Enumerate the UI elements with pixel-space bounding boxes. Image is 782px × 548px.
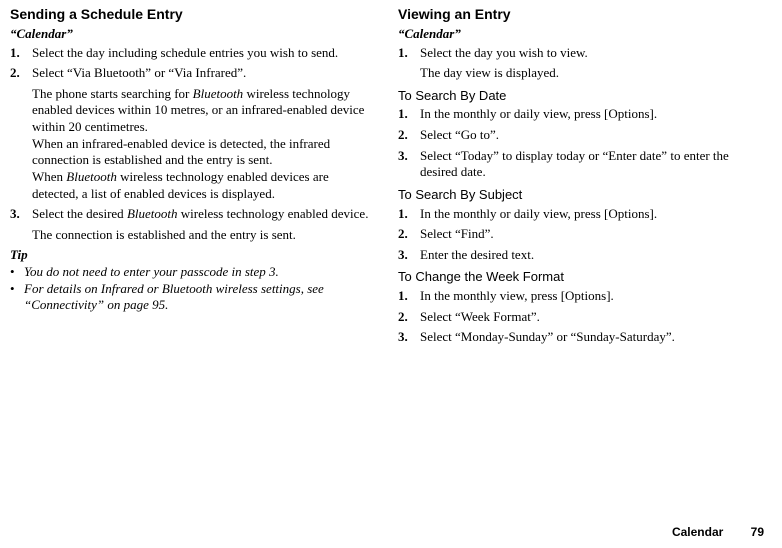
tip-label: Tip — [10, 247, 376, 264]
bullet-icon: • — [10, 281, 24, 314]
tip-text: You do not need to enter your passcode i… — [24, 264, 376, 281]
step-number: 1. — [10, 45, 32, 62]
list-item: 1.In the monthly view, press [Options]. — [398, 288, 764, 305]
subsection-steps: 1.In the monthly or daily view, press [O… — [398, 106, 764, 181]
step-text: Enter the desired text. — [420, 247, 764, 264]
step-text: Select “Today” to display today or “Ente… — [420, 148, 764, 181]
step-number: 2. — [398, 127, 420, 144]
step-number: 3. — [398, 247, 420, 264]
step-number: 3. — [10, 206, 32, 223]
subsection-steps: 1.In the monthly view, press [Options]. … — [398, 288, 764, 346]
step-text: Select “Monday-Sunday” or “Sunday-Saturd… — [420, 329, 764, 346]
subsection-heading: To Search By Date — [398, 88, 764, 105]
step-text: Select the day you wish to view. — [420, 45, 764, 62]
footer-section: Calendar — [672, 525, 723, 539]
tip-item: • You do not need to enter your passcode… — [10, 264, 376, 281]
left-step: 2. Select “Via Bluetooth” or “Via Infrar… — [10, 65, 376, 82]
step-number: 1. — [398, 106, 420, 123]
right-step: 1. Select the day you wish to view. — [398, 45, 764, 62]
subsection-heading: To Search By Subject — [398, 187, 764, 204]
list-item: 2.Select “Go to”. — [398, 127, 764, 144]
step-text: In the monthly view, press [Options]. — [420, 288, 764, 305]
step-number: 2. — [10, 65, 32, 82]
subsection-heading: To Change the Week Format — [398, 269, 764, 286]
list-item: 3.Select “Monday-Sunday” or “Sunday-Satu… — [398, 329, 764, 346]
step-text: In the monthly or daily view, press [Opt… — [420, 206, 764, 223]
right-column: Viewing an Entry “Calendar” 1. Select th… — [398, 6, 764, 542]
footer-page-number: 79 — [751, 525, 764, 539]
left-step-sub: The phone starts searching for Bluetooth… — [32, 86, 376, 202]
list-item: 3.Select “Today” to display today or “En… — [398, 148, 764, 181]
right-context: “Calendar” — [398, 26, 764, 43]
step-number: 1. — [398, 206, 420, 223]
bullet-icon: • — [10, 264, 24, 281]
step-text: Select “Week Format”. — [420, 309, 764, 326]
subsection-steps: 1.In the monthly or daily view, press [O… — [398, 206, 764, 264]
step-number: 2. — [398, 226, 420, 243]
step-text: Select “Via Bluetooth” or “Via Infrared”… — [32, 65, 376, 82]
step-number: 2. — [398, 309, 420, 326]
list-item: 2.Select “Find”. — [398, 226, 764, 243]
right-step-sub: The day view is displayed. — [420, 65, 764, 82]
step-text: In the monthly or daily view, press [Opt… — [420, 106, 764, 123]
step-text: Select the day including schedule entrie… — [32, 45, 376, 62]
left-section-title: Sending a Schedule Entry — [10, 6, 376, 24]
list-item: 2.Select “Week Format”. — [398, 309, 764, 326]
left-column: Sending a Schedule Entry “Calendar” 1. S… — [10, 6, 376, 542]
list-item: 1.In the monthly or daily view, press [O… — [398, 106, 764, 123]
left-step-sub: The connection is established and the en… — [32, 227, 376, 244]
step-number: 1. — [398, 45, 420, 62]
left-step-list-2: 3. Select the desired Bluetooth wireless… — [10, 206, 376, 223]
tip-item: • For details on Infrared or Bluetooth w… — [10, 281, 376, 314]
page-footer: Calendar 79 — [672, 525, 764, 540]
step-text: Select “Find”. — [420, 226, 764, 243]
step-number: 3. — [398, 148, 420, 181]
list-item: 3.Enter the desired text. — [398, 247, 764, 264]
step-text: Select “Go to”. — [420, 127, 764, 144]
tip-list: • You do not need to enter your passcode… — [10, 264, 376, 314]
right-main-steps: 1. Select the day you wish to view. — [398, 45, 764, 62]
step-number: 1. — [398, 288, 420, 305]
right-section-title: Viewing an Entry — [398, 6, 764, 24]
tip-text: For details on Infrared or Bluetooth wir… — [24, 281, 376, 314]
step-number: 3. — [398, 329, 420, 346]
document-page: Sending a Schedule Entry “Calendar” 1. S… — [0, 0, 782, 548]
left-step: 3. Select the desired Bluetooth wireless… — [10, 206, 376, 223]
left-step: 1. Select the day including schedule ent… — [10, 45, 376, 62]
list-item: 1.In the monthly or daily view, press [O… — [398, 206, 764, 223]
left-context: “Calendar” — [10, 26, 376, 43]
step-text: Select the desired Bluetooth wireless te… — [32, 206, 376, 223]
left-step-list: 1. Select the day including schedule ent… — [10, 45, 376, 82]
